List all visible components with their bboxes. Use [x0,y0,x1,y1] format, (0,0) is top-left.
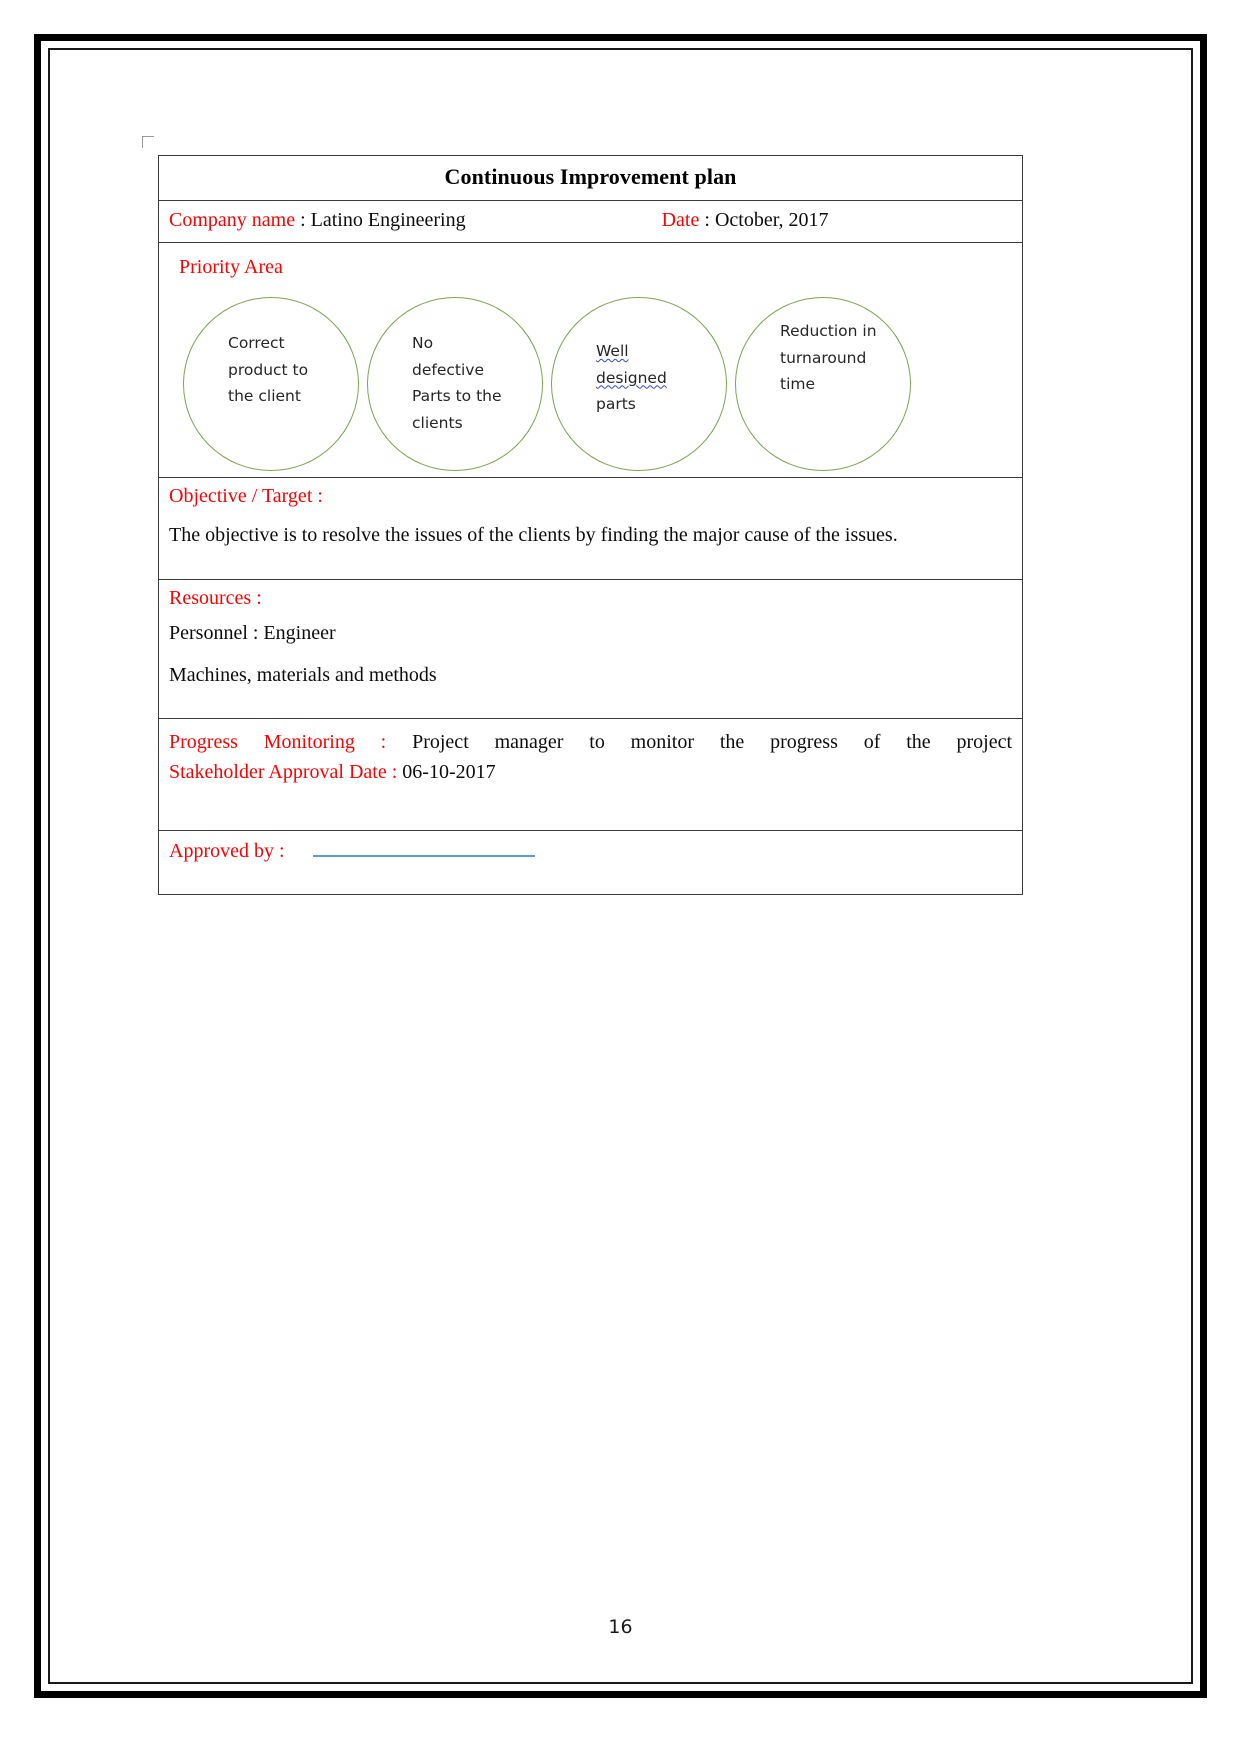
company-name-separator: : [295,209,311,231]
priority-circle-4: Reduction in turnaround time [735,297,911,471]
stakeholder-approval-label: Stakeholder Approval Date [169,761,387,783]
priority-circle-4-text: Reduction in turnaround time [780,318,910,398]
priority-area-cell: Priority Area Correct product to the cli… [158,242,1023,478]
priority-circle-2-text: No defective Parts to the clients [412,330,542,437]
company-name-group: Company name : Latino Engineering [169,209,466,232]
company-date-cell: Company name : Latino Engineering Date :… [158,200,1023,243]
priority-circle-1-line-3: the client [228,387,301,406]
objective-spacer [159,557,1022,579]
priority-circle-4-line-3: time [780,375,816,394]
table-row-progress-monitoring: Progress Monitoring : Project manager to… [158,718,1023,831]
company-name-label: Company name [169,209,296,231]
company-name-value: Latino Engineering [310,209,466,231]
page-title: Continuous Improvement plan [444,164,737,189]
continuous-improvement-plan-table: Continuous Improvement plan Company name… [158,155,1023,895]
resources-methods-line: Machines, materials and methods [169,664,437,686]
priority-circle-3-line-1: Well [596,342,629,360]
priority-circle-1: Correct product to the client [183,297,359,471]
date-label: Date [661,209,700,231]
priority-circle-3-line-2: designed [596,368,667,387]
table-row-title: Continuous Improvement plan [158,155,1023,201]
date-value: October, 2017 [714,209,829,231]
stakeholder-approval-separator: : [386,761,403,783]
page-number: 16 [608,1616,633,1638]
priority-circle-2-line-3: Parts to the [412,387,502,406]
priority-circle-3-line-3: parts [596,395,636,414]
priority-circle-1-line-2: product to [228,360,309,379]
priority-circle-2-line-4: clients [412,413,463,432]
priority-circle-4-line-1: Reduction in [780,322,877,340]
resources-spacer [159,696,1022,718]
table-row-objective: Objective / Target : The objective is to… [158,477,1023,580]
priority-circle-4-line-2: turnaround [780,348,867,367]
progress-monitoring-label: Progress Monitoring [169,731,355,753]
priority-circle-2: No defective Parts to the clients [367,297,543,471]
table-row-approved-by: Approved by : [158,830,1023,895]
priority-circle-2-line-2: defective [412,360,484,379]
priority-area-circle-group: Correct product to the client No defecti… [169,297,1012,471]
progress-monitoring-line: Progress Monitoring : Project manager to… [169,726,1012,758]
table-handle-top-left[interactable] [142,136,154,148]
priority-circle-1-text: Correct product to the client [228,330,358,410]
signature-line[interactable] [312,854,535,857]
stakeholder-approval-value: 06-10-2017 [402,761,496,783]
resources-cell: Resources : Personnel : Engineer Machine… [158,579,1023,719]
priority-area-label: Priority Area [179,256,283,278]
progress-monitoring-cell: Progress Monitoring : Project manager to… [158,718,1023,831]
resources-label: Resources : [169,587,262,609]
table-row-resources: Resources : Personnel : Engineer Machine… [158,579,1023,719]
priority-circle-3: Well designed parts [551,297,727,471]
date-group: Date : October, 2017 [662,209,829,232]
title-cell: Continuous Improvement plan [158,155,1023,201]
progress-monitoring-separator: : [354,731,413,753]
approved-by-label: Approved by : [169,840,285,862]
date-separator: : [699,209,715,231]
objective-text: The objective is to resolve the issues o… [169,524,898,546]
objective-label: Objective / Target : [169,485,323,507]
priority-circle-1-line-1: Correct [228,334,285,352]
approved-by-cell: Approved by : [158,830,1023,895]
priority-circle-2-line-1: No [412,334,434,352]
stakeholder-approval-line: Stakeholder Approval Date : 06-10-2017 [169,758,1012,787]
progress-monitoring-value: Project manager to monitor the progress … [412,731,1013,753]
approved-spacer [159,872,1022,894]
objective-cell: Objective / Target : The objective is to… [158,477,1023,580]
table-row-company-date: Company name : Latino Engineering Date :… [158,200,1023,243]
table-row-priority-area: Priority Area Correct product to the cli… [158,242,1023,478]
progress-spacer [169,787,1012,821]
resources-personnel-line: Personnel : Engineer [169,622,336,644]
priority-circle-3-text: Well designed parts [596,338,726,418]
